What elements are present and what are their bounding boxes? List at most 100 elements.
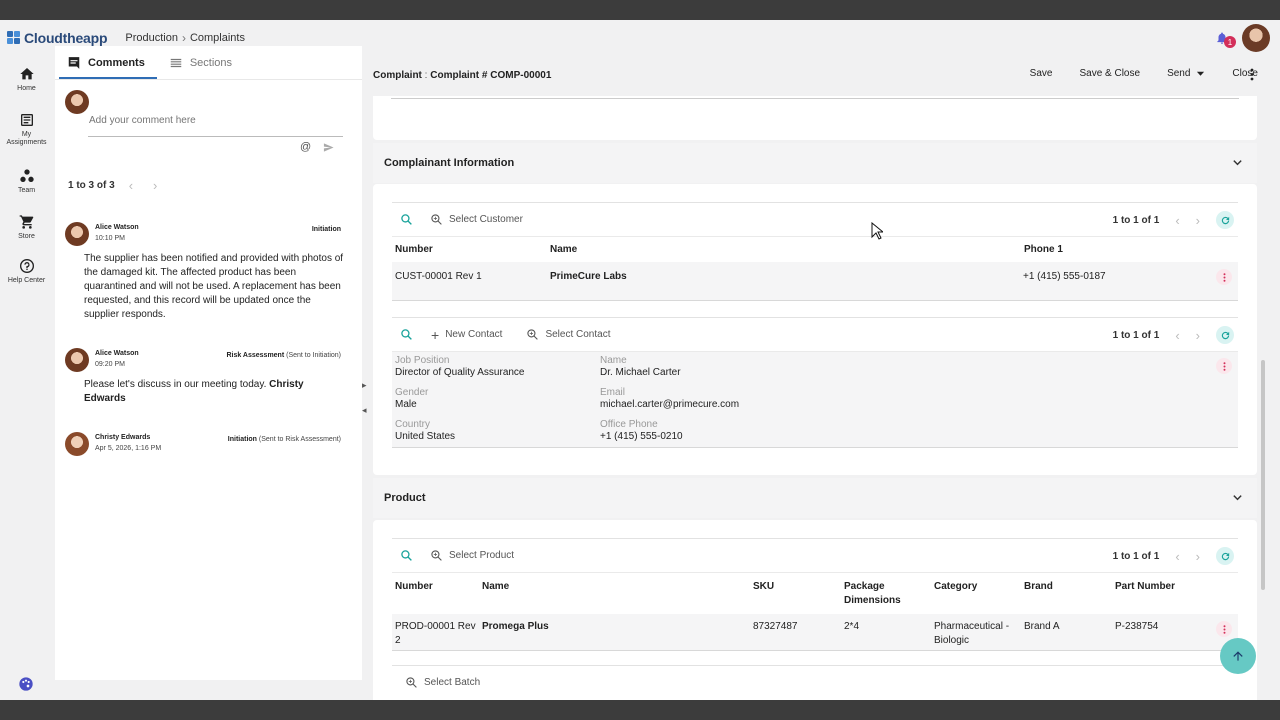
refresh-button[interactable] [1216,326,1234,344]
comment-input[interactable] [89,115,329,126]
contact-toolbar: + New Contact Select Contact 1 to 1 of 1… [392,317,1238,351]
palette-icon [19,677,33,691]
column-header[interactable]: Name [482,580,753,614]
next-page-icon[interactable]: › [153,178,157,193]
close-button[interactable]: Close [1232,68,1258,79]
table-row[interactable]: CUST-00001 Rev 1 PrimeCure Labs +1 (415)… [392,262,1238,301]
user-avatar[interactable] [1242,24,1270,52]
comment-item: Alice Watson 09:20 PM Risk Assessment (S… [65,348,352,406]
next-page-icon[interactable]: › [1196,328,1200,343]
complainant-section-header[interactable]: Complainant Information [373,143,1257,183]
column-header[interactable]: Part Number [1115,580,1175,614]
column-header[interactable]: Name [550,244,1024,255]
select-batch-button[interactable]: Select Batch [405,676,480,689]
scroll-to-top-button[interactable] [1220,638,1256,674]
save-button[interactable]: Save [1030,68,1053,79]
breadcrumb-production[interactable]: Production [125,32,178,44]
theme-button[interactable] [18,676,34,697]
comment-item: Alice Watson 10:10 PM Initiation The sup… [65,222,352,322]
chevron-down-icon[interactable] [1232,157,1243,168]
comments-panel: Comments Sections @ 1 to 3 of 3 ‹ › [55,46,362,680]
column-header[interactable]: SKU [753,580,844,614]
plus-icon: + [431,326,440,343]
zoom-search-icon [527,329,539,340]
table-row[interactable]: PROD-00001 Rev 2 Promega Plus 87327487 2… [392,614,1238,651]
column-header[interactable]: Category [934,580,1024,614]
product-category: Pharmaceutical - Biologic [934,621,1010,646]
new-contact-button[interactable]: + New Contact [431,327,502,343]
product-toolbar: Select Product 1 to 1 of 1 ‹ › [392,538,1238,572]
prev-page-icon[interactable]: ‹ [1175,549,1179,564]
nav-home[interactable]: Home [0,66,53,93]
select-customer-label: Select Customer [449,214,523,225]
select-contact-button[interactable]: Select Contact [526,328,610,341]
more-options-icon[interactable] [1250,68,1254,81]
customer-table: Select Customer 1 to 1 of 1 ‹ › Number N… [392,202,1238,301]
customer-phone: +1 (415) 555-0187 [1023,271,1106,282]
search-icon[interactable] [400,213,413,226]
customer-name[interactable]: PrimeCure Labs [550,271,1023,300]
row-actions-button[interactable] [1216,621,1232,637]
save-close-button[interactable]: Save & Close [1079,68,1140,79]
product-number: PROD-00001 Rev 2 [395,621,476,646]
prev-page-icon[interactable]: ‹ [1175,213,1179,228]
comment-icon [68,56,80,69]
select-customer-button[interactable]: Select Customer [430,213,523,226]
tab-sections[interactable]: Sections [157,46,244,79]
scrollbar[interactable] [1261,360,1265,590]
refresh-button[interactable] [1216,547,1234,565]
product-name[interactable]: Promega Plus [482,620,753,650]
record-title: Complaint : Complaint # COMP-00001 [373,69,552,81]
search-icon[interactable] [400,328,413,341]
zoom-search-icon [406,677,417,688]
customer-table-header: Number Name Phone 1 [392,236,1238,262]
search-icon[interactable] [400,549,413,562]
contact-card-row[interactable]: Job Position Director of Quality Assuran… [392,351,1238,448]
select-product-button[interactable]: Select Product [430,549,514,562]
comment-input-field[interactable] [88,103,343,137]
nav-my-assignments[interactable]: My Assignments [0,112,53,147]
row-actions-button[interactable] [1216,269,1232,285]
tab-comments[interactable]: Comments [55,46,157,79]
row-actions-button[interactable] [1216,358,1232,374]
new-contact-label: New Contact [445,329,503,340]
chevron-down-icon[interactable] [1232,492,1243,503]
refresh-icon [1221,552,1229,560]
current-user-avatar [65,90,89,114]
next-page-icon[interactable]: › [1196,549,1200,564]
zoom-search-icon [431,550,442,561]
column-header[interactable]: Number [392,580,482,614]
notifications-button[interactable]: 1 [1212,28,1236,48]
next-page-icon[interactable]: › [1196,213,1200,228]
column-header[interactable]: Phone 1 [1024,244,1063,255]
column-header[interactable]: Number [392,244,550,255]
select-product-label: Select Product [449,550,515,561]
product-section-title: Product [384,492,426,504]
contact-gender: Gender Male [395,387,429,410]
mention-button[interactable]: @ [300,141,311,153]
app-window: Cloudtheapp Production › Complaints 1 Ho… [0,20,1280,700]
app-logo[interactable]: Cloudtheapp [7,30,108,46]
prev-page-icon[interactable]: ‹ [1175,328,1179,343]
send-button-label: Send [1167,68,1191,79]
nav-help-center[interactable]: Help Center [0,258,53,285]
send-icon[interactable] [323,142,334,153]
comments-pager: 1 to 3 of 3 ‹ › [68,178,157,193]
comment-time: Apr 5, 2026, 1:16 PM [95,445,162,452]
refresh-icon [1221,331,1229,339]
assignments-icon [20,114,33,126]
comment-author-avatar [65,348,89,372]
refresh-button[interactable] [1216,211,1234,229]
tab-comments-label: Comments [88,56,145,69]
prev-page-icon[interactable]: ‹ [129,178,133,193]
column-header[interactable]: Brand [1024,580,1115,614]
send-button[interactable]: Send [1167,68,1205,79]
column-header[interactable]: Package Dimensions [844,580,934,614]
nav-store[interactable]: Store [0,214,53,241]
breadcrumb: Production › Complaints [125,31,245,45]
nav-team[interactable]: Team [0,168,53,195]
breadcrumb-complaints[interactable]: Complaints [190,32,245,44]
contact-email: Email michael.carter@primecure.com [600,387,740,410]
product-section-header[interactable]: Product [373,478,1257,518]
more-vert-icon [1223,624,1225,634]
